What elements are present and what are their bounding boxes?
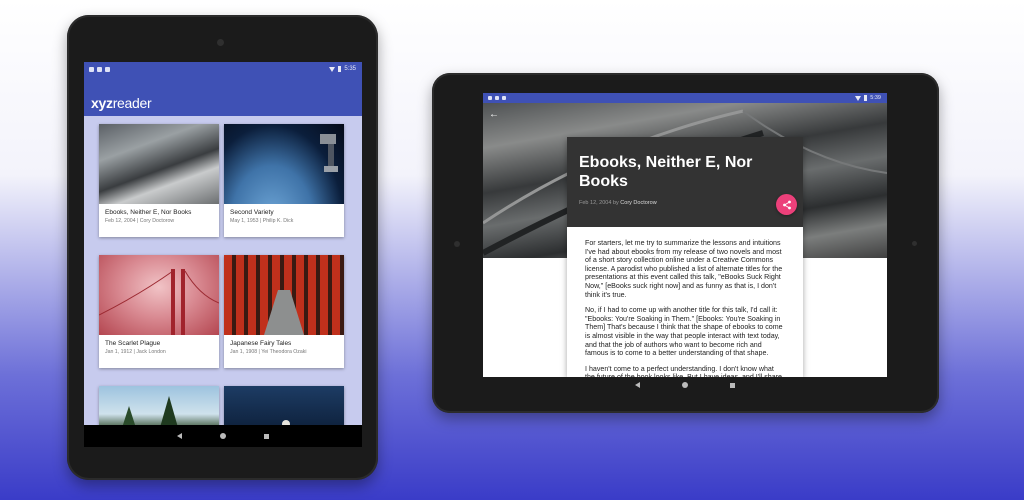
article-thumbnail [99, 386, 219, 425]
article-title: Ebooks, Neither E, Nor Books [105, 209, 192, 216]
notification-icons [84, 66, 110, 72]
app-logo: xyzreader [91, 95, 152, 111]
article-header: Ebooks, Neither E, Nor Books Feb 12, 200… [567, 137, 803, 227]
home-nav-icon[interactable] [682, 382, 688, 388]
battery-icon [338, 66, 342, 72]
navigation-bar [483, 377, 887, 393]
satellite-graphic [320, 134, 338, 172]
article-panel: Ebooks, Neither E, Nor Books Feb 12, 200… [567, 137, 803, 377]
article-card[interactable] [99, 386, 219, 425]
article-card[interactable]: Ebooks, Neither E, Nor Books Feb 12, 200… [99, 124, 219, 237]
article-date: Feb 12, 2004 [579, 200, 612, 206]
article-title: Ebooks, Neither E, Nor Books [579, 154, 753, 190]
person-graphic [282, 420, 290, 425]
landscape-screen: 5:39 ← Ebooks, Neither E, Nor Books Feb … [483, 93, 887, 377]
status-time: 5:35 [344, 66, 356, 72]
article-card[interactable]: Second Variety May 1, 1953 | Philip K. D… [224, 124, 344, 237]
portrait-screen: 5:35 xyzreader Ebooks, Neither E, Nor Bo… [84, 62, 362, 447]
article-meta: Feb 12, 2004 | Cory Doctorow [105, 218, 175, 224]
status-time: 5:39 [870, 95, 881, 101]
article-thumbnail [99, 255, 219, 335]
article-meta: Jan 1, 1908 | Yei Theodora Ozaki [230, 349, 307, 355]
share-icon [782, 200, 791, 209]
status-bar: 5:39 [483, 93, 887, 103]
recents-nav-icon[interactable] [264, 433, 269, 439]
article-title: Second Variety [230, 209, 274, 216]
app-bar: xyzreader [84, 76, 362, 116]
recents-nav-icon[interactable] [730, 382, 735, 388]
article-thumbnail [224, 124, 344, 204]
trees-graphic [122, 396, 178, 425]
article-title: Japanese Fairy Tales [230, 340, 292, 347]
article-paragraph: For starters, let me try to summarize th… [585, 239, 783, 299]
wifi-icon [329, 66, 336, 72]
wifi-icon [855, 95, 862, 101]
bridge-graphic [99, 269, 219, 335]
camera [454, 241, 460, 247]
sensor [912, 241, 917, 246]
article-card[interactable]: The Scarlet Plague Jan 1, 1912 | Jack Lo… [99, 255, 219, 368]
share-fab[interactable] [776, 194, 797, 215]
article-paragraph: I haven't come to a perfect understandin… [585, 364, 782, 377]
article-body: For starters, let me try to summarize th… [567, 227, 803, 377]
article-grid: Ebooks, Neither E, Nor Books Feb 12, 200… [84, 116, 362, 425]
status-indicators: 5:35 [329, 66, 362, 72]
back-nav-icon[interactable] [177, 433, 182, 439]
article-thumbnail [224, 386, 344, 425]
portrait-tablet: 5:35 xyzreader Ebooks, Neither E, Nor Bo… [67, 15, 378, 480]
article-paragraph: No, if I had to come up with another tit… [585, 306, 783, 358]
article-thumbnail [99, 124, 219, 204]
notification-icons [483, 96, 506, 100]
article-byline: Feb 12, 2004 by Cory Doctorow [579, 200, 657, 206]
camera [217, 39, 224, 46]
navigation-bar [84, 425, 362, 447]
status-indicators: 5:39 [855, 95, 887, 101]
home-nav-icon[interactable] [220, 433, 226, 439]
status-bar: 5:35 [84, 62, 362, 76]
back-nav-icon[interactable] [635, 382, 640, 388]
article-thumbnail [224, 255, 344, 335]
landscape-tablet: 5:39 ← Ebooks, Neither E, Nor Books Feb … [432, 73, 939, 413]
article-card[interactable]: Japanese Fairy Tales Jan 1, 1908 | Yei T… [224, 255, 344, 368]
article-title: The Scarlet Plague [105, 340, 161, 347]
article-author: Cory Doctorow [620, 200, 657, 206]
article-card[interactable] [224, 386, 344, 425]
battery-icon [864, 95, 868, 101]
article-meta: May 1, 1953 | Philip K. Dick [230, 218, 294, 224]
article-meta: Jan 1, 1912 | Jack London [105, 349, 166, 355]
torii-path-graphic [264, 290, 304, 335]
back-arrow-icon[interactable]: ← [489, 109, 499, 120]
